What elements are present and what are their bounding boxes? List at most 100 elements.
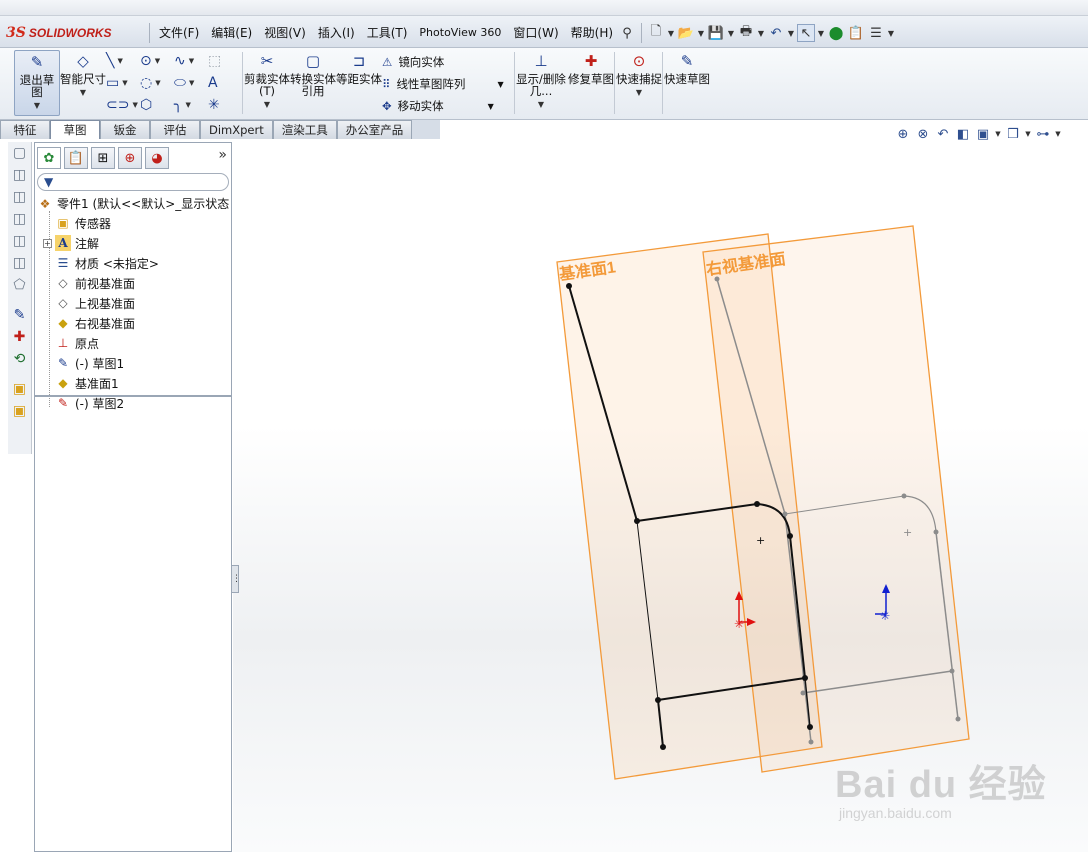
loft-icon[interactable]: ◫ xyxy=(8,208,31,230)
sketch-point[interactable] xyxy=(566,283,572,289)
tree-item-plane1[interactable]: ◆ 基准面1 xyxy=(55,373,118,393)
ref-point[interactable] xyxy=(808,739,814,745)
tree-item-front-plane[interactable]: ◇ 前视基准面 xyxy=(55,273,135,293)
chevron-down-icon[interactable]: ▼ xyxy=(497,80,503,89)
ref-point[interactable] xyxy=(933,529,939,535)
rebuild-traffic-light-icon[interactable]: ⬤ xyxy=(827,24,845,42)
chevron-down-icon[interactable]: ▼ xyxy=(727,29,735,38)
ellipse-tool[interactable]: ⬭ ▼ xyxy=(174,72,208,94)
solidworks-logo[interactable]: 3S SOLIDWORKS xyxy=(6,22,144,44)
chevron-down-icon[interactable]: ▼ xyxy=(1025,130,1031,138)
chevron-down-icon[interactable]: ▼ xyxy=(817,29,825,38)
display-delete-relations-button[interactable]: ⊥ 显示/删除几... ▼ xyxy=(516,50,566,116)
chevron-down-icon[interactable]: ▼ xyxy=(995,130,1001,138)
display-style-icon[interactable]: ❒ xyxy=(1005,127,1021,142)
menu-tools[interactable]: 工具(T) xyxy=(361,22,414,44)
menu-edit[interactable]: 编辑(E) xyxy=(205,22,258,44)
sketch-point[interactable] xyxy=(634,518,640,524)
slot-tool[interactable]: ⊂⊃ ▼ xyxy=(106,94,140,116)
menu-photoview[interactable]: PhotoView 360 xyxy=(413,22,507,44)
section-view-icon[interactable]: ◧ xyxy=(955,127,971,142)
boundary-icon[interactable]: ◫ xyxy=(8,230,31,252)
zoom-to-fit-icon[interactable]: ⊕ xyxy=(895,127,911,142)
expand-icon[interactable]: + xyxy=(43,239,52,248)
new-document-icon[interactable]: 🗋 xyxy=(647,24,665,42)
menu-help[interactable]: 帮助(H) xyxy=(565,22,619,44)
print-icon[interactable]: 🖶 xyxy=(737,24,755,42)
tab-features[interactable]: 特征 xyxy=(0,120,50,139)
ref-point[interactable] xyxy=(782,511,788,517)
tree-root-part[interactable]: ❖ 零件1 (默认<<默认>_显示状态 xyxy=(37,195,230,212)
ref-point[interactable] xyxy=(901,493,907,499)
repair-sketch-icon[interactable]: ✚ xyxy=(8,326,31,348)
construction-geometry-tool[interactable]: ⬚ xyxy=(208,50,242,72)
save-icon[interactable]: 💾 xyxy=(707,24,725,42)
chevron-down-icon[interactable]: ▼ xyxy=(488,102,494,111)
move-entities-button[interactable]: ✥ 移动实体 ▼ xyxy=(382,96,494,116)
chevron-down-icon[interactable]: ▼ xyxy=(667,29,675,38)
display-manager-tab-icon[interactable]: ◕ xyxy=(145,147,169,169)
linear-pattern-button[interactable]: ⠿ 线性草图阵列 ▼ xyxy=(382,74,504,94)
repair-sketch-button[interactable]: ✚ 修复草图 xyxy=(568,50,614,116)
dimxpert-manager-tab-icon[interactable]: ⊕ xyxy=(118,147,142,169)
move-sketch-icon[interactable]: ⟲ xyxy=(8,348,31,370)
tree-item-sketch2[interactable]: ✎ (-) 草图2 xyxy=(55,393,124,413)
ref-point[interactable] xyxy=(800,690,806,696)
tab-sheet-metal[interactable]: 钣金 xyxy=(100,120,150,139)
view-orientation-icon[interactable]: ▣ xyxy=(975,127,991,142)
chevron-right-icon[interactable]: » xyxy=(218,147,227,163)
instant-3d-icon[interactable]: ▣ xyxy=(8,378,31,400)
chevron-down-icon[interactable]: ▼ xyxy=(1055,130,1061,138)
chevron-down-icon[interactable]: ▼ xyxy=(757,29,765,38)
smart-dimension-button[interactable]: ◇ 智能尺寸 ▼ xyxy=(60,50,106,116)
select-pointer-icon[interactable]: ↖ xyxy=(797,24,815,42)
chevron-down-icon[interactable]: ▼ xyxy=(787,29,795,38)
sketch-point[interactable] xyxy=(655,697,661,703)
circle-tool[interactable]: ⊙ ▼ xyxy=(140,50,174,72)
sketch-point[interactable] xyxy=(660,744,666,750)
fillet-tool[interactable]: ╮ ▼ xyxy=(174,94,208,116)
extrude-icon[interactable]: ▢ xyxy=(8,142,31,164)
menu-file[interactable]: 文件(F) xyxy=(153,22,205,44)
chevron-down-icon[interactable]: ▼ xyxy=(887,29,895,38)
tab-render-tools[interactable]: 渲染工具 xyxy=(272,120,337,139)
tab-office-products[interactable]: 办公室产品 xyxy=(336,120,413,139)
tree-item-sketch1[interactable]: ✎ (-) 草图1 xyxy=(55,353,124,373)
sweep-icon[interactable]: ◫ xyxy=(8,186,31,208)
tab-sketch[interactable]: 草图 xyxy=(50,120,100,139)
rectangle-tool[interactable]: ▭ ▼ xyxy=(106,72,140,94)
property-manager-tab-icon[interactable]: 📋 xyxy=(64,147,88,169)
menu-window[interactable]: 窗口(W) xyxy=(507,22,564,44)
open-folder-icon[interactable]: 📂 xyxy=(677,24,695,42)
cut-revolve-icon[interactable]: ⬠ xyxy=(8,274,31,296)
hide-show-items-icon[interactable]: ⊶ xyxy=(1035,127,1051,142)
exit-sketch-button[interactable]: ✎ 退出草图 ▼ xyxy=(14,50,60,116)
arc-tool[interactable]: ◌ ▼ xyxy=(140,72,174,94)
zoom-to-area-icon[interactable]: ⊗ xyxy=(915,127,931,142)
offset-entities-button[interactable]: ⊐ 等距实体 xyxy=(336,50,382,116)
menu-insert[interactable]: 插入(I) xyxy=(312,22,361,44)
rapid-sketch-button[interactable]: ✎ 快速草图 xyxy=(664,50,710,116)
previous-view-icon[interactable]: ↶ xyxy=(935,127,951,142)
chevron-down-icon[interactable]: ▼ xyxy=(697,29,705,38)
cut-extrude-icon[interactable]: ◫ xyxy=(8,252,31,274)
options-icon[interactable]: ☰ xyxy=(867,24,885,42)
text-tool[interactable]: A xyxy=(208,72,242,94)
tree-item-annotations[interactable]: A 注解 xyxy=(55,233,99,253)
undo-icon[interactable]: ↶ xyxy=(767,24,785,42)
pin-icon[interactable]: ⚲ xyxy=(618,24,636,42)
point-tool[interactable]: ✳ xyxy=(208,94,242,116)
line-tool[interactable]: ╲ ▼ xyxy=(106,50,140,72)
menu-view[interactable]: 视图(V) xyxy=(258,22,312,44)
tree-item-origin[interactable]: ⊥ 原点 xyxy=(55,333,99,353)
sketch-point[interactable] xyxy=(754,501,760,507)
quick-snaps-button[interactable]: ⊙ 快速捕捉 ▼ xyxy=(616,50,662,116)
spline-tool[interactable]: ∿ ▼ xyxy=(174,50,208,72)
polygon-tool[interactable]: ⬡ xyxy=(140,94,174,116)
feature-manager-tab-icon[interactable]: ✿ xyxy=(37,147,61,169)
ref-point[interactable] xyxy=(714,276,720,282)
tree-item-top-plane[interactable]: ◇ 上视基准面 xyxy=(55,293,135,313)
trim-entities-button[interactable]: ✂ 剪裁实体(T) ▼ xyxy=(244,50,290,116)
feature-filter-input[interactable]: ▼ xyxy=(37,173,229,191)
tree-item-sensors[interactable]: ▣ 传感器 xyxy=(55,213,111,233)
